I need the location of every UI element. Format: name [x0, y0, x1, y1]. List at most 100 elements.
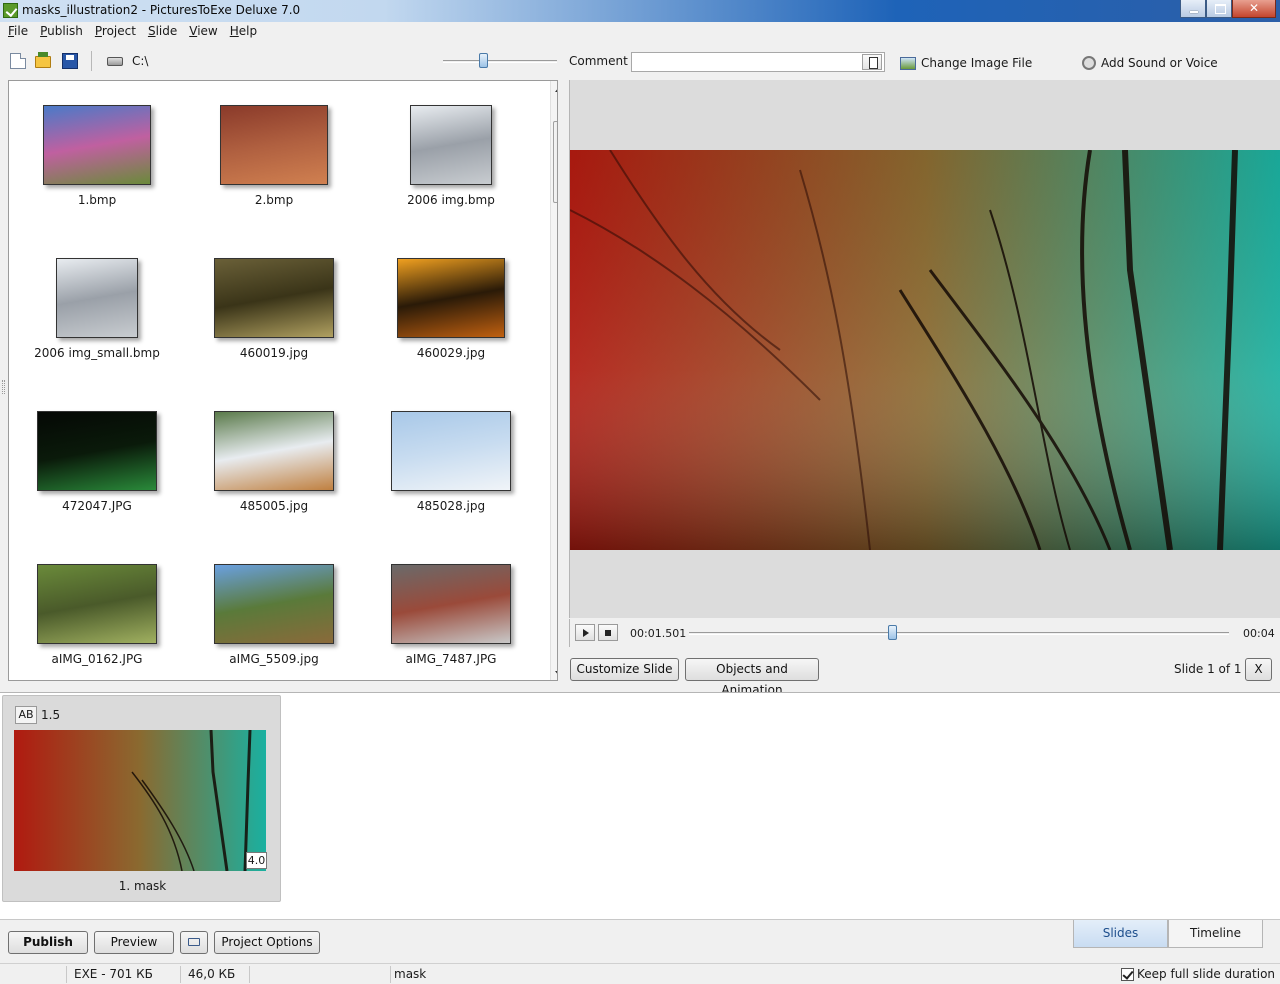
file-thumbnail-item[interactable]: 2.bmp: [186, 81, 362, 234]
change-image-label: Change Image File: [921, 56, 1033, 70]
file-name: 485028.jpg: [416, 499, 486, 513]
menu-label: roject: [101, 24, 136, 38]
file-thumbnail-item[interactable]: 460019.jpg: [186, 234, 362, 387]
menu-file[interactable]: File: [2, 22, 34, 42]
file-thumbnail-item[interactable]: 2006 img.bmp: [363, 81, 539, 234]
file-thumbnail-image[interactable]: [410, 105, 492, 185]
timeline-slider[interactable]: [689, 632, 1229, 635]
open-icon[interactable]: [35, 52, 51, 68]
file-thumbnail-image[interactable]: [397, 258, 505, 338]
status-separator: [249, 966, 250, 983]
maximize-button[interactable]: [1206, 0, 1232, 18]
file-thumbnail-image[interactable]: [214, 564, 334, 644]
file-thumbnail-item[interactable]: aIMG_0162.JPG: [9, 540, 185, 680]
toolbar-separator: [91, 51, 92, 71]
slide-list: AB 1.5 4.0 1. mask: [0, 692, 1280, 919]
objects-animation-button[interactable]: Objects and Animation: [685, 658, 819, 697]
file-thumbnail-image[interactable]: [214, 258, 334, 338]
timeline-slider-thumb[interactable]: [888, 625, 897, 640]
new-icon[interactable]: [10, 53, 26, 69]
menu-label: iew: [197, 24, 218, 38]
title-bar[interactable]: masks_illustration2 - PicturesToExe Delu…: [0, 0, 1280, 22]
slide-preview: [569, 80, 1280, 618]
slide-name: 1. mask: [118, 879, 167, 893]
minimize-button[interactable]: [1180, 0, 1206, 18]
file-thumbnail-image[interactable]: [37, 564, 157, 644]
status-separator: [66, 966, 67, 983]
file-thumbnail-item[interactable]: 460029.jpg: [363, 234, 539, 387]
file-thumbnail-image[interactable]: [56, 258, 138, 338]
window-controls: [1180, 0, 1276, 18]
fullscreen-preview-button[interactable]: [180, 931, 208, 954]
file-name: 2006 img.bmp: [407, 193, 495, 207]
file-thumbnail-item[interactable]: aIMG_5509.jpg: [186, 540, 362, 680]
tab-slides[interactable]: Slides: [1073, 920, 1168, 948]
file-thumbnail-image[interactable]: [220, 105, 328, 185]
file-thumbnail-image[interactable]: [37, 411, 157, 491]
speaker-icon: [1082, 56, 1096, 70]
project-options-button[interactable]: Project Options: [214, 931, 320, 954]
file-thumbnail-item[interactable]: 2006 img_small.bmp: [9, 234, 185, 387]
file-size: 46,0 КБ: [188, 967, 236, 981]
menu-label: elp: [238, 24, 258, 38]
menu-project[interactable]: Project: [89, 22, 142, 42]
tab-timeline[interactable]: Timeline: [1168, 920, 1263, 948]
file-browser: 1.bmp 2.bmp 2006 img.bmp 2006 img_small.bmp…: [8, 80, 558, 681]
thumbnail-size-slider[interactable]: [443, 60, 557, 63]
file-thumbnail-image[interactable]: [214, 411, 334, 491]
customize-slide-button[interactable]: Customize Slide: [570, 658, 679, 681]
menu-view[interactable]: View: [183, 22, 223, 42]
file-thumbnail-image[interactable]: [391, 564, 511, 644]
slide-duration[interactable]: 4.0: [246, 852, 267, 869]
slide-card[interactable]: AB 1.5 4.0 1. mask: [2, 695, 281, 902]
drive-icon[interactable]: [107, 57, 123, 66]
app-icon: [3, 3, 18, 18]
preview-button[interactable]: Preview: [94, 931, 174, 954]
file-name: aIMG_5509.jpg: [229, 652, 319, 666]
menu-accelerator: V: [189, 24, 198, 38]
comment-notes-button[interactable]: [862, 54, 882, 70]
file-thumbnail-item[interactable]: aIMG_7487.JPG: [363, 540, 539, 680]
file-thumbnail-image[interactable]: [43, 105, 151, 185]
close-preview-button[interactable]: X: [1245, 658, 1272, 681]
save-icon[interactable]: [62, 53, 78, 69]
bottom-bar: Publish Preview Project Options Slides T…: [0, 919, 1280, 962]
stop-button[interactable]: [598, 624, 618, 641]
preview-image: [570, 150, 1280, 550]
menu-slide[interactable]: Slide: [142, 22, 183, 42]
scroll-up-arrow[interactable]: [555, 87, 557, 92]
menu-help[interactable]: Help: [224, 22, 263, 42]
current-path: C:\: [132, 54, 149, 68]
publish-button[interactable]: Publish: [8, 931, 88, 954]
menu-label: ile: [14, 24, 29, 38]
scroll-down-arrow[interactable]: [555, 671, 557, 676]
picture-icon: [900, 56, 916, 70]
keep-duration-label: Keep full slide duration: [1137, 967, 1276, 981]
add-sound-button[interactable]: Add Sound or Voice: [1082, 54, 1218, 72]
slide-thumbnail[interactable]: [14, 730, 266, 871]
file-thumbnail-item[interactable]: 1.bmp: [9, 81, 185, 234]
add-sound-label: Add Sound or Voice: [1101, 56, 1218, 70]
change-image-file-button[interactable]: Change Image File: [900, 54, 1032, 72]
exe-size: EXE - 701 КБ: [74, 967, 153, 981]
file-thumbnail-item[interactable]: 485005.jpg: [186, 387, 362, 540]
file-name: 460029.jpg: [416, 346, 486, 360]
menu-label: lide: [155, 24, 178, 38]
scroll-thumb[interactable]: [553, 121, 557, 203]
file-thumbnail-image[interactable]: [391, 411, 511, 491]
keep-duration-checkbox[interactable]: [1121, 968, 1134, 981]
file-thumbnail-item[interactable]: 485028.jpg: [363, 387, 539, 540]
menu-publish[interactable]: Publish: [34, 22, 89, 42]
file-name: 485005.jpg: [239, 499, 309, 513]
file-thumbnail-item[interactable]: 472047.JPG: [9, 387, 185, 540]
transition-badge[interactable]: AB: [15, 706, 37, 724]
monitor-icon: [188, 938, 200, 946]
status-separator: [180, 966, 181, 983]
play-button[interactable]: [575, 624, 595, 641]
thumbnail-size-slider-thumb[interactable]: [479, 53, 488, 68]
close-button[interactable]: [1232, 0, 1276, 18]
comment-input[interactable]: [631, 52, 885, 72]
file-name: 2006 img_small.bmp: [34, 346, 160, 360]
panel-splitter[interactable]: [2, 380, 5, 394]
file-browser-scrollbar[interactable]: [550, 81, 557, 680]
